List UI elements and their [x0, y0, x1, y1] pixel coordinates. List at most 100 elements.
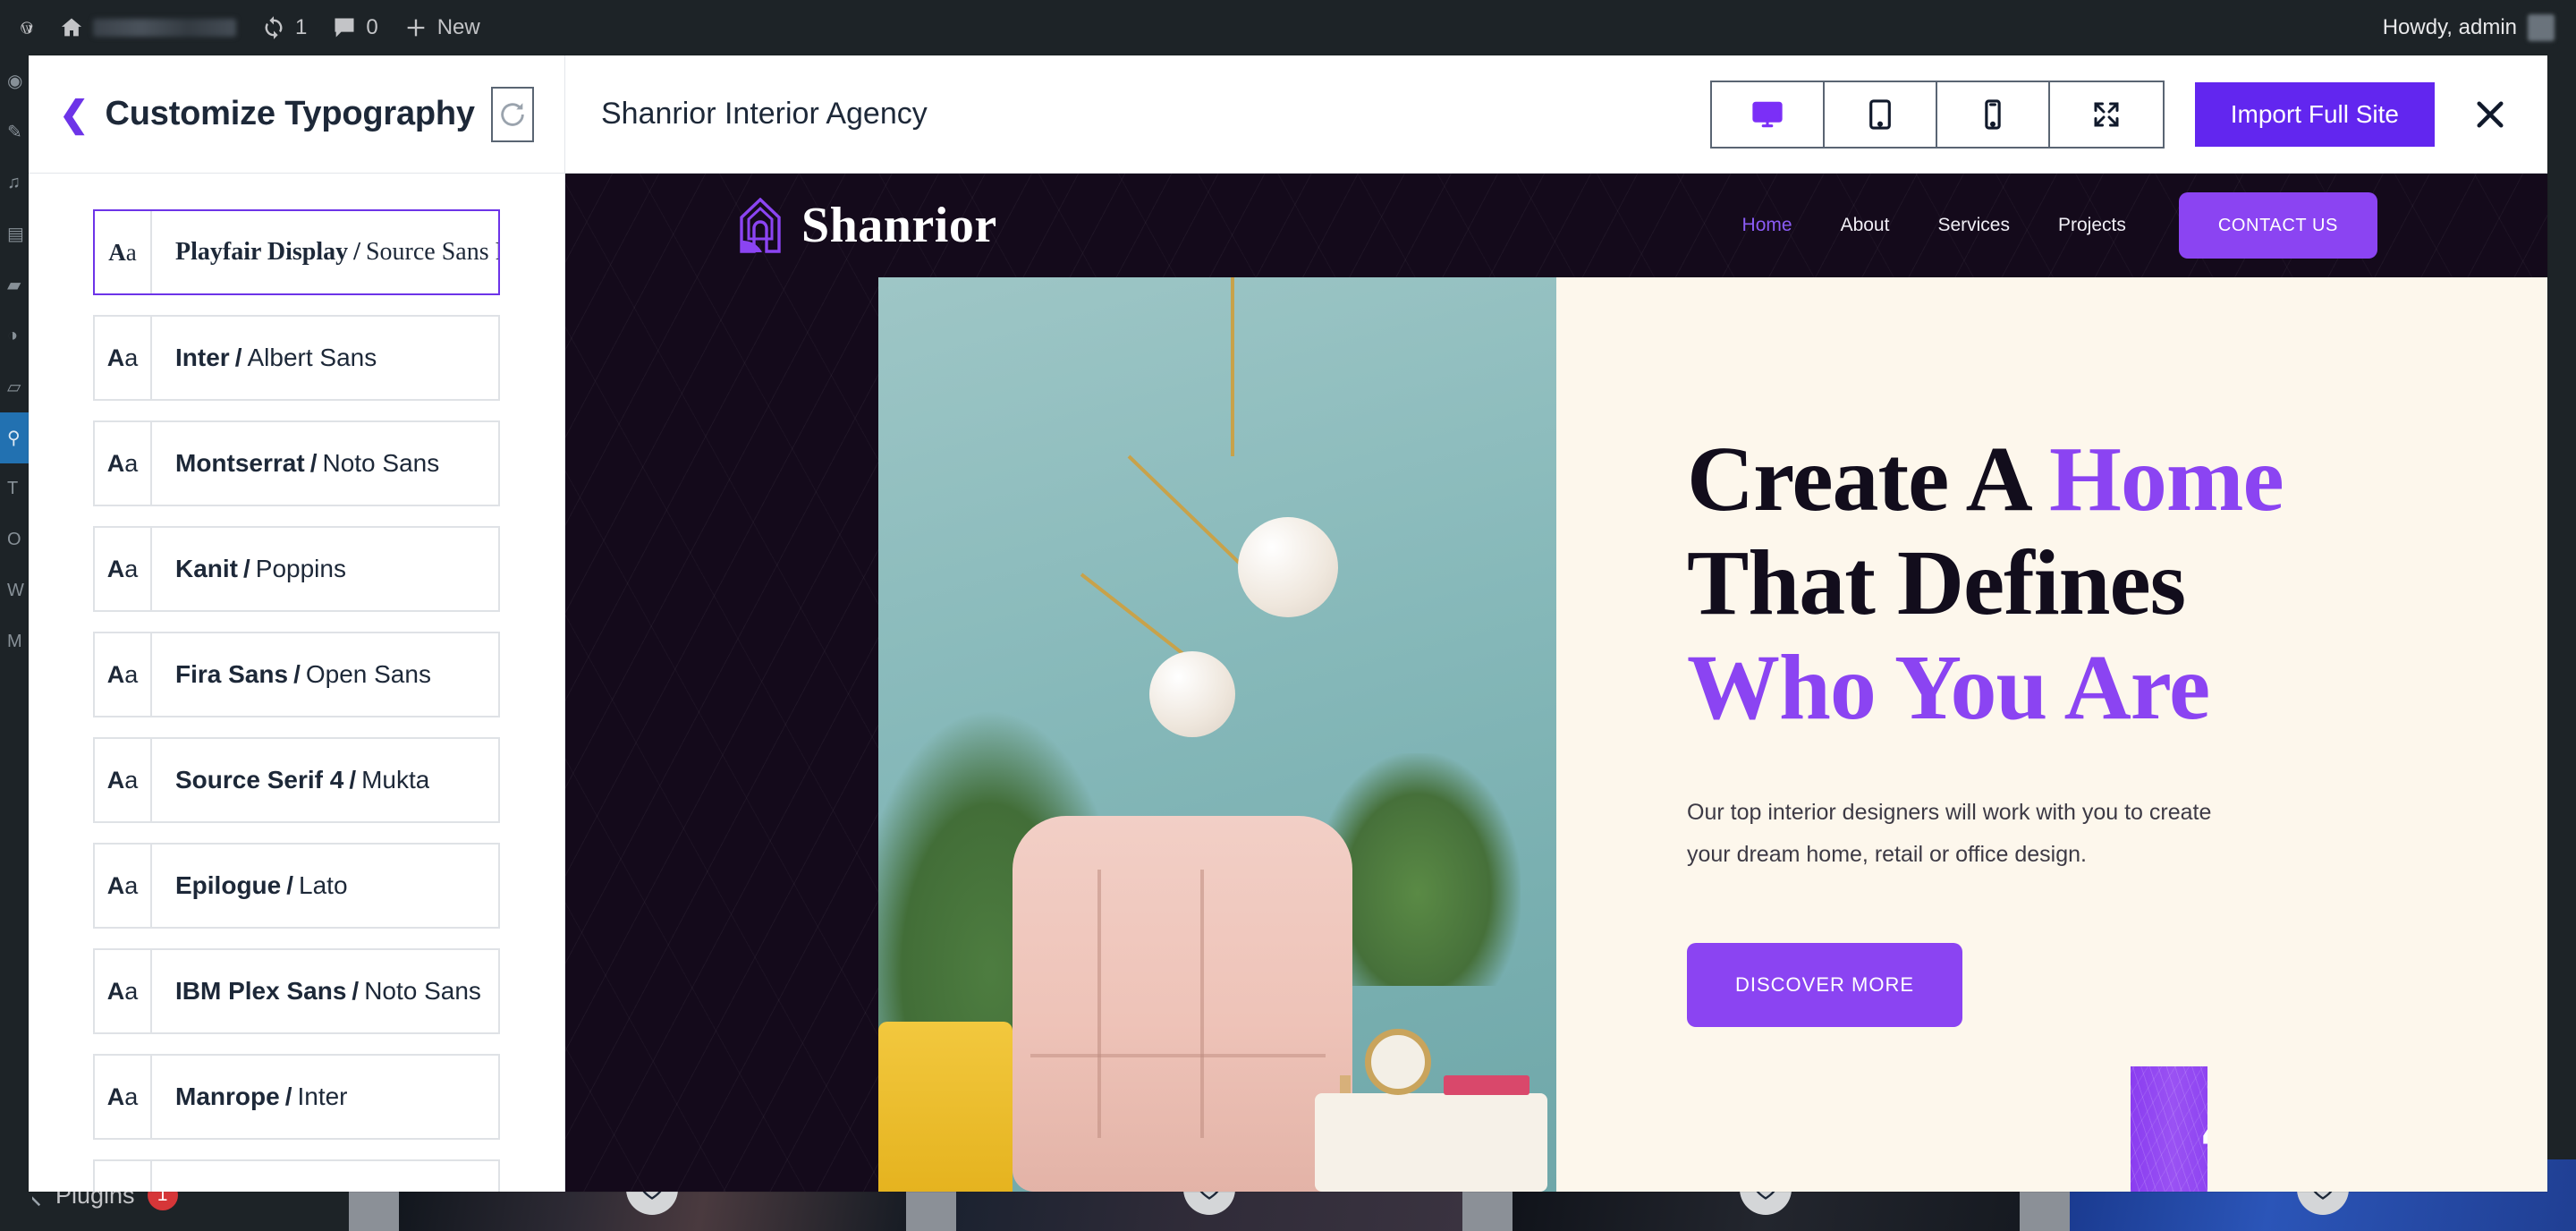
font-primary: Epilogue	[175, 871, 282, 899]
wpforms-icon: W	[7, 581, 24, 600]
modal-header-actions: Import Full Site	[1709, 80, 2515, 149]
nav-link-services[interactable]: Services	[1913, 215, 2034, 236]
sidebar-item-dashboard[interactable]: ◉	[0, 55, 32, 106]
admin-bar-my-account[interactable]: Howdy, admin	[2383, 14, 2576, 41]
font-primary: IBM Plex Serif	[175, 1188, 335, 1192]
font-pair-item[interactable]: Aa Playfair Display/Source Sans Pro	[93, 209, 500, 295]
sidebar-item-pages[interactable]: ▤	[0, 208, 32, 259]
sidebar-item-media[interactable]: ♫	[0, 157, 32, 208]
hero-line1-accent: Home	[2048, 428, 2284, 531]
sidebar-item-options[interactable]: O	[0, 514, 32, 565]
sidebar-item-posts[interactable]: ✎	[0, 106, 32, 157]
avatar	[2528, 14, 2555, 41]
font-sample: Aa	[95, 950, 152, 1032]
font-pair-item[interactable]: Aa Source Serif 4/Mukta	[93, 737, 500, 823]
lamp-globe	[1149, 651, 1236, 737]
admin-bar-site-home[interactable]	[47, 0, 249, 55]
font-pair-label: Inter / Albert Sans	[175, 344, 377, 371]
font-sample: Aa	[95, 1161, 152, 1192]
font-pair-label: Montserrat / Noto Sans	[175, 449, 440, 477]
font-pair-label: IBM Plex Sans / Noto Sans	[175, 977, 481, 1005]
font-primary: Fira Sans	[175, 660, 289, 688]
site-preview-pane[interactable]: Shanrior Home About Services Projects CO…	[565, 174, 2547, 1192]
nav-link-about[interactable]: About	[1817, 215, 1914, 236]
font-pair-item[interactable]: Aa IBM Plex Sans / Noto Sans	[93, 948, 500, 1034]
font-pair-item[interactable]: Aa Epilogue / Lato	[93, 843, 500, 929]
nav-link-home[interactable]: Home	[1718, 215, 1817, 236]
sidebar-item-appearance[interactable]: ▱	[0, 361, 32, 412]
font-pair-label: Playfair Display/Source Sans Pro	[152, 211, 498, 293]
contact-us-button[interactable]: CONTACT US	[2178, 192, 2377, 259]
font-sample: Aa	[95, 317, 152, 399]
mobile-icon	[1985, 98, 2001, 130]
font-secondary: Inter	[297, 1082, 348, 1110]
font-pair-item[interactable]: Aa Montserrat / Noto Sans	[93, 420, 500, 506]
hero-stats-band: 45 Years Experience 2.5K Projects	[2131, 1066, 2207, 1192]
close-icon[interactable]	[2465, 89, 2515, 140]
import-full-site-button[interactable]: Import Full Site	[2194, 81, 2435, 147]
admin-bar-comments[interactable]: 0	[319, 0, 390, 55]
font-pair-item[interactable]: Aa Manrope / Inter	[93, 1054, 500, 1140]
sidebar-item-menus[interactable]: M	[0, 616, 32, 667]
armchair	[1013, 816, 1352, 1192]
options-icon: O	[7, 530, 21, 549]
admin-bar-updates[interactable]: 1	[249, 0, 319, 55]
armchair-seam	[1030, 1054, 1326, 1057]
updates-icon	[265, 16, 283, 39]
font-primary: Kanit	[175, 555, 238, 582]
sidebar-item-tools[interactable]: T	[0, 463, 32, 514]
device-desktop-button[interactable]	[1711, 81, 1825, 147]
device-tablet-button[interactable]	[1824, 81, 1937, 147]
font-primary: Manrope	[175, 1082, 280, 1110]
discover-more-button[interactable]: DISCOVER MORE	[1687, 942, 1963, 1027]
lamp-cord	[1231, 277, 1235, 456]
preview-site-title: Shanrior Interior Agency	[601, 97, 928, 131]
wp-admin-menu[interactable]: ◉ ✎ ♫ ▤ ▰ ◑ ▱ ⚲ T O W M	[0, 55, 32, 1231]
modal-header-left: ❮ Customize Typography	[29, 55, 565, 173]
font-pair-item[interactable]: Aa Fira Sans / Open Sans	[93, 632, 500, 717]
device-mobile-button[interactable]	[1936, 81, 2050, 147]
admin-bar-new-content[interactable]: New	[391, 0, 493, 55]
menus-icon: M	[7, 632, 22, 651]
font-pair-item[interactable]: Aa Inter / Albert Sans	[93, 315, 500, 401]
font-sample: Aa	[95, 422, 152, 505]
site-logo[interactable]: Shanrior	[735, 197, 997, 254]
reset-typography-button[interactable]	[490, 86, 534, 142]
font-pair-item[interactable]: Aa Kanit / Poppins	[93, 526, 500, 612]
font-secondary: Noto Sans	[364, 977, 481, 1005]
stat-number: 45	[2202, 1089, 2207, 1167]
wordpress-logo-icon[interactable]	[7, 0, 47, 55]
chevron-left-icon[interactable]: ❮	[59, 97, 89, 132]
media-icon: ♫	[7, 173, 21, 192]
font-pair-item[interactable]: Aa IBM Plex Serif/Noto Sans	[93, 1159, 500, 1192]
alarm-clock	[1365, 1029, 1431, 1095]
lamp-globe	[1237, 517, 1338, 617]
site-name-blurred	[93, 19, 236, 37]
hero-heading: Create A Home That Defines Who You Are	[1687, 428, 2547, 740]
font-pair-list[interactable]: Aa Playfair Display/Source Sans Pro Aa I…	[29, 174, 565, 1192]
hero-section: Create A Home That Defines Who You Are O…	[565, 277, 2547, 1192]
sidebar-item-comments[interactable]: ▰	[0, 259, 32, 310]
font-pair-label: Epilogue / Lato	[175, 871, 348, 899]
new-label: New	[436, 15, 480, 39]
hero-line1-plain: Create A	[1687, 428, 2049, 531]
sidebar-item-plugins[interactable]: ⚲	[0, 412, 32, 463]
wordpress-logo-icon	[21, 21, 33, 34]
font-secondary: Mukta	[361, 766, 430, 794]
modal-body: Aa Playfair Display/Source Sans Pro Aa I…	[29, 174, 2547, 1192]
howdy-label: Howdy, admin	[2382, 15, 2517, 39]
font-secondary: Poppins	[255, 555, 346, 582]
sidebar-item-contact[interactable]: ◑	[0, 310, 32, 361]
sidebar-item-wpforms[interactable]: W	[0, 565, 32, 616]
device-fullscreen-button[interactable]	[2049, 81, 2163, 147]
font-sample: Aa	[95, 739, 152, 821]
font-primary: Montserrat	[175, 449, 305, 477]
font-secondary: Noto Sans	[353, 1188, 457, 1192]
font-sample: Aa	[95, 845, 152, 927]
comments-icon	[335, 18, 354, 38]
tablet-icon	[1868, 98, 1891, 130]
books	[1444, 1075, 1530, 1095]
font-pair-label: Fira Sans / Open Sans	[175, 660, 431, 688]
nav-link-projects[interactable]: Projects	[2034, 215, 2150, 236]
font-pair-label: Manrope / Inter	[175, 1082, 348, 1110]
